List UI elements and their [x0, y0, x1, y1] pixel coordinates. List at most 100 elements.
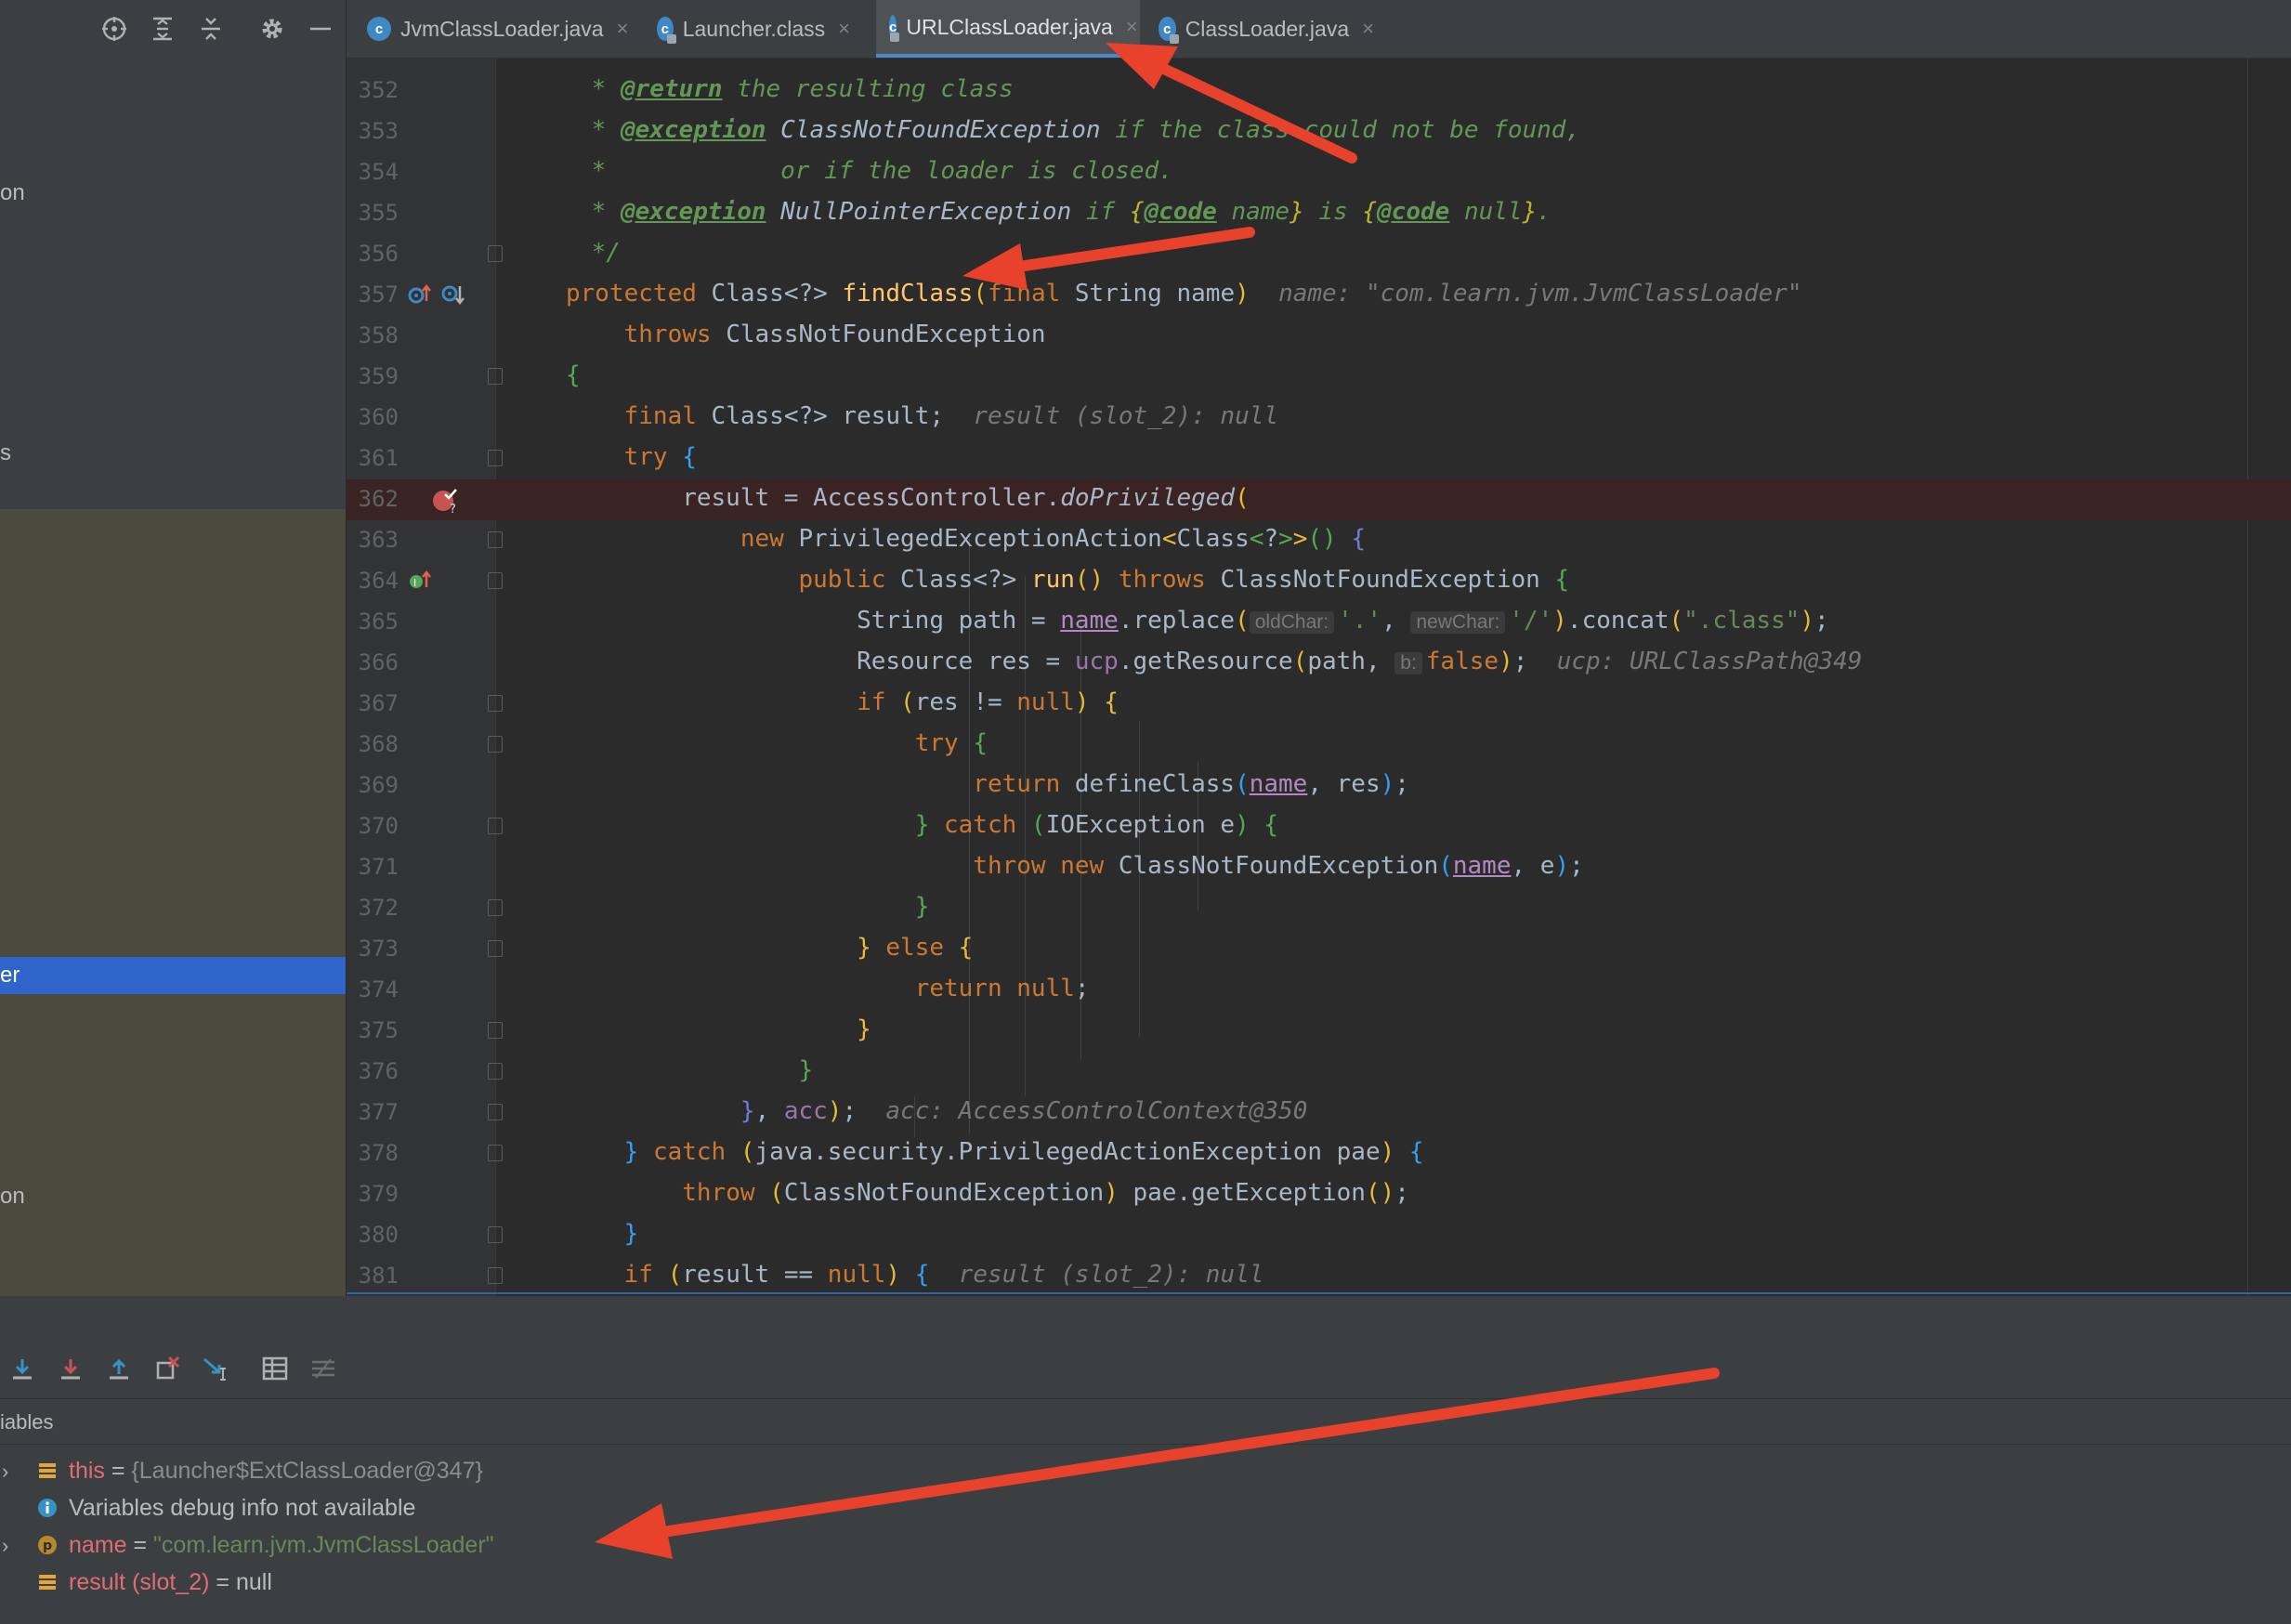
- code-line[interactable]: 363 new PrivilegedExceptionAction<Class<…: [347, 520, 2291, 561]
- code-line[interactable]: 361 try {: [347, 439, 2291, 479]
- chevron-right-icon[interactable]: ›: [2, 1534, 8, 1558]
- line-number: 352: [358, 77, 399, 103]
- fold-marker[interactable]: [488, 940, 503, 957]
- code-line[interactable]: 357 protected Class<?> findClass(final S…: [347, 275, 2291, 316]
- line-number: 357: [358, 282, 399, 308]
- code-line[interactable]: 378 } catch (java.security.PrivilegedAct…: [347, 1133, 2291, 1174]
- fold-marker[interactable]: [488, 1022, 503, 1039]
- code-line[interactable]: 366 Resource res = ucp.getResource(path,…: [347, 643, 2291, 684]
- expand-all-icon[interactable]: [149, 15, 177, 43]
- tree-item-fragment[interactable]: on: [0, 180, 25, 206]
- code-editor[interactable]: 352 * @return the resulting class 353 * …: [347, 0, 2291, 1296]
- code-line[interactable]: 371 throw new ClassNotFoundException(nam…: [347, 847, 2291, 888]
- variable-row-name[interactable]: › p name = "com.learn.jvm.JvmClassLoader…: [0, 1528, 2291, 1565]
- line-number: 373: [358, 936, 399, 962]
- close-icon[interactable]: ×: [617, 17, 629, 41]
- gear-icon[interactable]: [258, 15, 286, 43]
- breakpoint-icon[interactable]: ?: [432, 487, 460, 519]
- editor-bottom-border: [347, 1292, 2291, 1294]
- code-line[interactable]: 360 final Class<?> result; result (slot_…: [347, 398, 2291, 439]
- debug-info-message: Variables debug info not available: [69, 1495, 416, 1521]
- step-into-icon[interactable]: [56, 1354, 85, 1383]
- locate-icon[interactable]: [100, 15, 128, 43]
- fold-marker[interactable]: [488, 1104, 503, 1120]
- fold-marker[interactable]: [488, 245, 503, 262]
- code-line[interactable]: 356 */: [347, 234, 2291, 275]
- code-line[interactable]: 355 * @exception NullPointerException if…: [347, 193, 2291, 234]
- tab-label: JvmClassLoader.java: [400, 16, 604, 41]
- code-line[interactable]: 375 }: [347, 1011, 2291, 1052]
- code-line[interactable]: 380 }: [347, 1215, 2291, 1256]
- chevron-right-icon[interactable]: ›: [2, 1460, 8, 1484]
- code-line[interactable]: 370 } catch (IOException e) {: [347, 806, 2291, 847]
- tab-jvmclassloader[interactable]: c JvmClassLoader.java ×: [354, 0, 644, 58]
- code-line[interactable]: 352 * @return the resulting class: [347, 71, 2291, 111]
- tree-item-fragment[interactable]: on: [0, 1184, 25, 1210]
- fold-marker[interactable]: [488, 368, 503, 385]
- close-icon[interactable]: ×: [838, 17, 850, 41]
- code-line[interactable]: 368 try {: [347, 725, 2291, 766]
- code-line[interactable]: 353 * @exception ClassNotFoundException …: [347, 111, 2291, 152]
- code-line[interactable]: 372 }: [347, 888, 2291, 929]
- drop-frame-icon[interactable]: [152, 1354, 182, 1383]
- close-icon[interactable]: ×: [1362, 17, 1374, 41]
- step-out-icon[interactable]: [104, 1354, 134, 1383]
- fold-marker[interactable]: [488, 1226, 503, 1243]
- fold-marker[interactable]: [488, 899, 503, 916]
- code-line[interactable]: 367 if (res != null) {: [347, 684, 2291, 725]
- tree-item-selected-label: er: [0, 963, 20, 988]
- fold-marker[interactable]: [488, 1267, 503, 1284]
- field-icon: [37, 1460, 58, 1481]
- code-line[interactable]: 358 throws ClassNotFoundException: [347, 316, 2291, 357]
- fold-marker[interactable]: [488, 450, 503, 466]
- evaluate-expression-icon[interactable]: [260, 1354, 290, 1383]
- collapse-all-icon[interactable]: [197, 15, 225, 43]
- code-line[interactable]: 377 }, acc); acc: AccessControlContext@3…: [347, 1093, 2291, 1133]
- code-line[interactable]: 369 return defineClass(name, res);: [347, 766, 2291, 806]
- code-line[interactable]: 379 throw (ClassNotFoundException) pae.g…: [347, 1174, 2291, 1215]
- code-line[interactable]: 354 * or if the loader is closed.: [347, 152, 2291, 193]
- code-line[interactable]: 365 String path = name.replace(oldChar: '…: [347, 602, 2291, 643]
- variable-row-this[interactable]: › this = {Launcher$ExtClassLoader@347}: [0, 1454, 2291, 1491]
- inline-value-hint: result (slot_2): null: [973, 402, 1279, 430]
- code-line[interactable]: 364 I public Class<?> run() throws Class…: [347, 561, 2291, 602]
- code-line[interactable]: 381 if (result == null) { result (slot_2…: [347, 1256, 2291, 1297]
- line-number: 358: [358, 322, 399, 348]
- fold-marker[interactable]: [488, 1063, 503, 1080]
- editor-tab-bar: c JvmClassLoader.java × c Launcher.class…: [347, 0, 2291, 59]
- tab-urlclassloader[interactable]: c URLClassLoader.java ×: [876, 0, 1140, 58]
- line-number: 362: [358, 486, 399, 512]
- variable-text: result (slot_2) = null: [69, 1569, 272, 1595]
- code-line[interactable]: 359 {: [347, 357, 2291, 398]
- trace-stream-icon[interactable]: [308, 1354, 338, 1383]
- line-number: 378: [358, 1140, 399, 1166]
- fold-marker[interactable]: [488, 572, 503, 589]
- fold-marker[interactable]: [488, 695, 503, 712]
- close-icon[interactable]: ×: [1126, 15, 1138, 39]
- tree-item-selected[interactable]: er: [0, 957, 346, 994]
- tab-launcher-class[interactable]: c Launcher.class ×: [644, 0, 863, 58]
- step-over-icon[interactable]: [7, 1354, 37, 1383]
- variable-row-result[interactable]: result (slot_2) = null: [0, 1565, 2291, 1603]
- overrides-method-icon[interactable]: [408, 282, 432, 311]
- fold-marker[interactable]: [488, 736, 503, 753]
- implements-method-icon[interactable]: I: [408, 569, 432, 597]
- line-number: 371: [358, 854, 399, 880]
- line-number: 377: [358, 1099, 399, 1125]
- tab-classloader[interactable]: c ClassLoader.java ×: [1146, 0, 1387, 58]
- code-line[interactable]: 374 return null;: [347, 970, 2291, 1011]
- variables-header: iables: [0, 1399, 2291, 1445]
- fold-marker[interactable]: [488, 818, 503, 834]
- breakpoint-line[interactable]: 362 ? result = AccessController.doPrivil…: [347, 479, 2291, 520]
- inline-value-hint: name: "com.learn.jvm.JvmClassLoader": [1278, 280, 1802, 308]
- run-to-cursor-icon[interactable]: [201, 1354, 230, 1383]
- line-number: 354: [358, 159, 399, 185]
- fold-marker[interactable]: [488, 531, 503, 548]
- code-line[interactable]: 373 } else {: [347, 929, 2291, 970]
- hide-panel-icon[interactable]: [307, 15, 334, 43]
- overridden-method-icon[interactable]: [441, 282, 465, 311]
- fold-marker[interactable]: [488, 1145, 503, 1161]
- variable-row-info: Variables debug info not available: [0, 1491, 2291, 1528]
- code-line[interactable]: 376 }: [347, 1052, 2291, 1093]
- tree-item-fragment[interactable]: s: [0, 440, 11, 466]
